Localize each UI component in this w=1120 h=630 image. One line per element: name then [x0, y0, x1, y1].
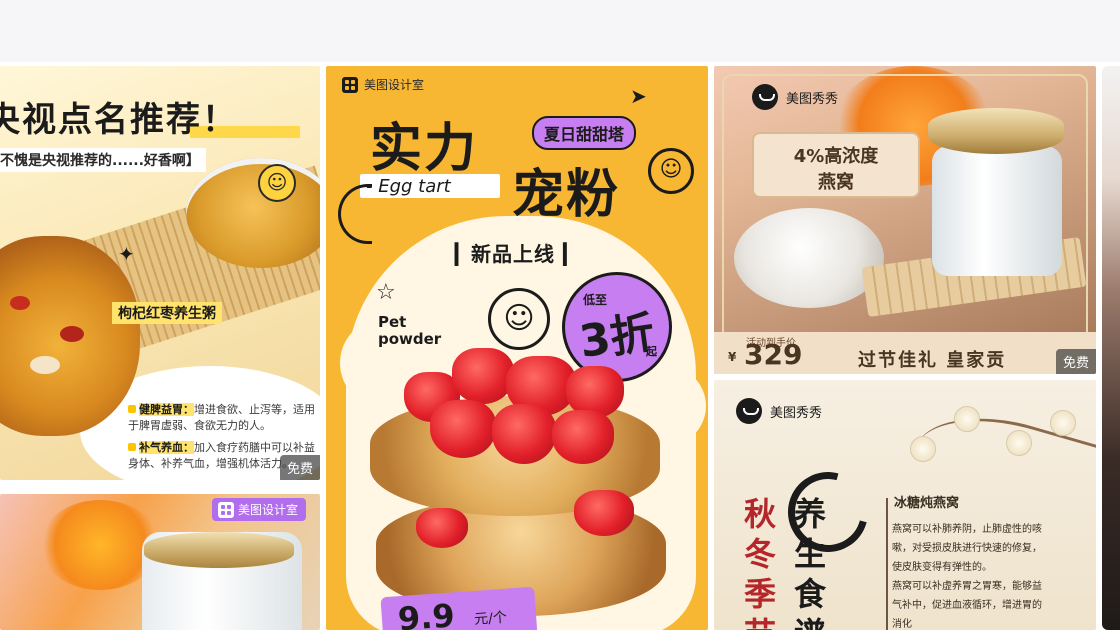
currency-symbol: ¥: [728, 350, 737, 364]
jar-lid-image: [928, 108, 1064, 154]
strawberry: [416, 508, 468, 548]
free-badge: 免费: [1055, 349, 1096, 374]
title-line-1: 实力: [370, 119, 479, 179]
new-product-label: ▎新品上线 ▎: [454, 242, 580, 266]
discount-badge: 低至 3折 起: [562, 272, 672, 382]
subtitle-pill: 夏日甜甜塔: [532, 116, 637, 150]
recipe-title: 冰糖炖燕窝: [894, 496, 960, 511]
egg-tart-text: - Egg tart: [366, 176, 451, 197]
free-badge: 免费: [279, 455, 320, 480]
card-quote: 不愧是央视推荐的......好香啊】: [0, 148, 206, 172]
strawberry: [430, 400, 496, 458]
strawberry: [452, 348, 514, 404]
template-card-egg-tart[interactable]: 美图设计室 ➤ 实力 夏日甜甜塔 - Egg tart 宠粉 ☺ ▎新品上线 ▎…: [326, 66, 708, 630]
goji-berry: [10, 296, 30, 310]
brand-name: 美图秀秀: [770, 405, 823, 421]
jar-image: [932, 146, 1062, 276]
smiley-icon: ☺: [648, 148, 694, 194]
blossom-decoration: [1006, 430, 1032, 456]
meitu-logo-icon: [752, 84, 778, 110]
slogan: 过节佳礼 皇家贡: [858, 350, 1007, 371]
brand-name: 美图设计室: [237, 503, 298, 517]
lily-bulb: [30, 356, 60, 374]
brand-tag: 美图设计室: [211, 498, 306, 521]
blossom-decoration: [954, 406, 980, 432]
card-headline: 央视点名推荐！: [0, 100, 238, 140]
brand-tag: 美图秀秀: [752, 84, 838, 110]
grid-logo-icon: [342, 76, 358, 93]
curl-decoration: [338, 184, 372, 244]
dish-tag: 枸杞红枣养生粥: [112, 302, 222, 324]
benefit-item: 健脾益胃：增进食欲、止泻等，适用于脾胃虚弱、食欲无力的人。: [128, 403, 315, 432]
smile-icon: ☺: [258, 164, 296, 202]
recipe-text: 燕窝可以补肺养阴，止肺虚性的咳嗽，对受损皮肤进行快速的修复，使皮肤变得有弹性的。…: [892, 524, 1042, 630]
smile-face-icon: ☺: [488, 288, 550, 350]
star-outline-icon: ☆: [376, 280, 396, 305]
sparkle-icon: ✦: [118, 242, 135, 266]
brand-name: 美图秀秀: [786, 91, 839, 107]
title-column-red: 秋 冬 季 节: [743, 495, 776, 630]
brand-tag: 美图秀秀: [736, 398, 822, 424]
meitu-logo-icon: [736, 398, 762, 424]
template-card-birdnest[interactable]: 美图秀秀 4%高浓度 燕窝 活动到手价 ¥ 329 过节佳礼 皇家贡 免费: [714, 66, 1096, 374]
template-card-recipe[interactable]: 美图秀秀 秋 冬 季 节 养 生 食 谱 冰糖炖燕窝 燕窝可以补肺养阴，止肺虚性…: [714, 380, 1096, 630]
blossom-decoration: [910, 436, 936, 462]
concentration-label: 4%高浓度 燕窝: [752, 132, 920, 198]
brand-name: 美图设计室: [364, 78, 425, 92]
divider-line: [886, 498, 888, 630]
bird-nest-image: [734, 208, 884, 308]
jar-lid-image: [144, 532, 294, 568]
blossom-decoration: [1050, 410, 1076, 436]
brand-tag: 美图设计室: [342, 76, 424, 93]
arrow-icon: ➤: [630, 84, 647, 108]
top-toolbar: [0, 0, 1120, 62]
strawberry: [492, 404, 556, 464]
template-card-porridge[interactable]: 央视点名推荐！ 不愧是央视推荐的......好香啊】 ☺ ✦ ✦ 枸杞红枣养生粥…: [0, 66, 320, 480]
template-card-partial[interactable]: [1102, 66, 1120, 630]
title-column-dark: 养 生 食 谱: [793, 495, 826, 630]
strawberry: [552, 410, 614, 464]
grid-logo-icon: [217, 501, 234, 518]
price-value: 329: [744, 338, 803, 371]
strawberry: [574, 490, 634, 536]
red-date: [60, 326, 84, 342]
template-card-birdnest-small[interactable]: 美图设计室: [0, 494, 320, 630]
pet-powder-label: Pet powder: [378, 313, 442, 348]
